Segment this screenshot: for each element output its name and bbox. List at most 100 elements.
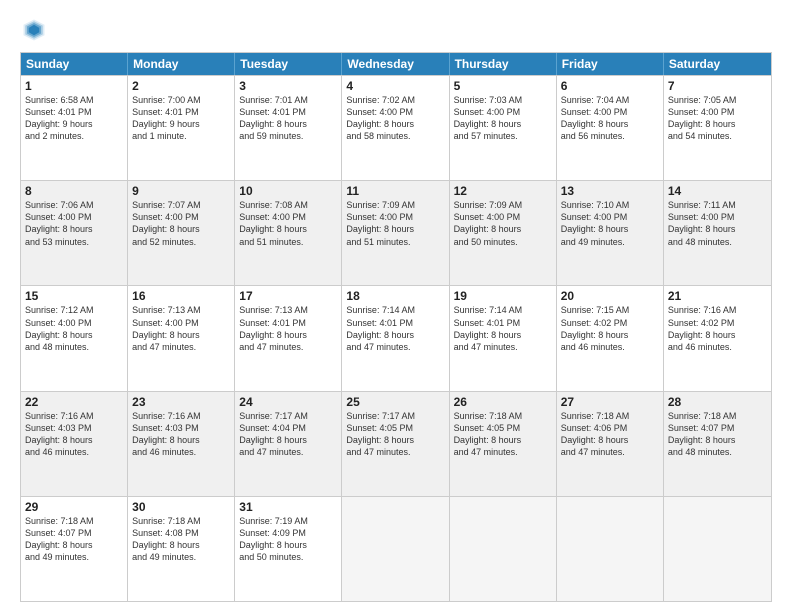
logo-icon	[20, 16, 48, 44]
day-number: 12	[454, 184, 552, 198]
day-info: Sunrise: 7:18 AM Sunset: 4:07 PM Dayligh…	[668, 410, 767, 459]
day-cell-27: 27Sunrise: 7:18 AM Sunset: 4:06 PM Dayli…	[557, 392, 664, 496]
header-day-sunday: Sunday	[21, 53, 128, 75]
day-cell-24: 24Sunrise: 7:17 AM Sunset: 4:04 PM Dayli…	[235, 392, 342, 496]
day-cell-30: 30Sunrise: 7:18 AM Sunset: 4:08 PM Dayli…	[128, 497, 235, 601]
day-cell-14: 14Sunrise: 7:11 AM Sunset: 4:00 PM Dayli…	[664, 181, 771, 285]
day-cell-11: 11Sunrise: 7:09 AM Sunset: 4:00 PM Dayli…	[342, 181, 449, 285]
day-number: 2	[132, 79, 230, 93]
day-cell-21: 21Sunrise: 7:16 AM Sunset: 4:02 PM Dayli…	[664, 286, 771, 390]
day-cell-19: 19Sunrise: 7:14 AM Sunset: 4:01 PM Dayli…	[450, 286, 557, 390]
day-cell-9: 9Sunrise: 7:07 AM Sunset: 4:00 PM Daylig…	[128, 181, 235, 285]
day-info: Sunrise: 7:18 AM Sunset: 4:07 PM Dayligh…	[25, 515, 123, 564]
day-cell-1: 1Sunrise: 6:58 AM Sunset: 4:01 PM Daylig…	[21, 76, 128, 180]
calendar-header-row: SundayMondayTuesdayWednesdayThursdayFrid…	[21, 53, 771, 75]
day-info: Sunrise: 7:14 AM Sunset: 4:01 PM Dayligh…	[346, 304, 444, 353]
day-info: Sunrise: 7:08 AM Sunset: 4:00 PM Dayligh…	[239, 199, 337, 248]
day-number: 27	[561, 395, 659, 409]
day-info: Sunrise: 7:10 AM Sunset: 4:00 PM Dayligh…	[561, 199, 659, 248]
day-info: Sunrise: 7:05 AM Sunset: 4:00 PM Dayligh…	[668, 94, 767, 143]
day-number: 9	[132, 184, 230, 198]
day-number: 21	[668, 289, 767, 303]
empty-cell	[664, 497, 771, 601]
day-number: 4	[346, 79, 444, 93]
calendar-row-1: 1Sunrise: 6:58 AM Sunset: 4:01 PM Daylig…	[21, 75, 771, 180]
day-number: 19	[454, 289, 552, 303]
day-number: 26	[454, 395, 552, 409]
day-number: 20	[561, 289, 659, 303]
day-info: Sunrise: 7:18 AM Sunset: 4:05 PM Dayligh…	[454, 410, 552, 459]
day-cell-31: 31Sunrise: 7:19 AM Sunset: 4:09 PM Dayli…	[235, 497, 342, 601]
calendar-row-5: 29Sunrise: 7:18 AM Sunset: 4:07 PM Dayli…	[21, 496, 771, 601]
day-number: 14	[668, 184, 767, 198]
day-info: Sunrise: 7:02 AM Sunset: 4:00 PM Dayligh…	[346, 94, 444, 143]
day-cell-20: 20Sunrise: 7:15 AM Sunset: 4:02 PM Dayli…	[557, 286, 664, 390]
day-number: 13	[561, 184, 659, 198]
day-info: Sunrise: 7:13 AM Sunset: 4:00 PM Dayligh…	[132, 304, 230, 353]
day-number: 10	[239, 184, 337, 198]
header-day-thursday: Thursday	[450, 53, 557, 75]
header-day-wednesday: Wednesday	[342, 53, 449, 75]
day-number: 15	[25, 289, 123, 303]
day-cell-16: 16Sunrise: 7:13 AM Sunset: 4:00 PM Dayli…	[128, 286, 235, 390]
day-info: Sunrise: 7:09 AM Sunset: 4:00 PM Dayligh…	[346, 199, 444, 248]
empty-cell	[450, 497, 557, 601]
day-cell-2: 2Sunrise: 7:00 AM Sunset: 4:01 PM Daylig…	[128, 76, 235, 180]
day-number: 23	[132, 395, 230, 409]
empty-cell	[557, 497, 664, 601]
day-number: 3	[239, 79, 337, 93]
day-number: 7	[668, 79, 767, 93]
header-day-saturday: Saturday	[664, 53, 771, 75]
day-info: Sunrise: 7:11 AM Sunset: 4:00 PM Dayligh…	[668, 199, 767, 248]
day-info: Sunrise: 7:17 AM Sunset: 4:04 PM Dayligh…	[239, 410, 337, 459]
day-cell-15: 15Sunrise: 7:12 AM Sunset: 4:00 PM Dayli…	[21, 286, 128, 390]
page: SundayMondayTuesdayWednesdayThursdayFrid…	[0, 0, 792, 612]
day-info: Sunrise: 7:18 AM Sunset: 4:08 PM Dayligh…	[132, 515, 230, 564]
day-number: 1	[25, 79, 123, 93]
day-cell-17: 17Sunrise: 7:13 AM Sunset: 4:01 PM Dayli…	[235, 286, 342, 390]
day-info: Sunrise: 6:58 AM Sunset: 4:01 PM Dayligh…	[25, 94, 123, 143]
day-number: 28	[668, 395, 767, 409]
day-info: Sunrise: 7:06 AM Sunset: 4:00 PM Dayligh…	[25, 199, 123, 248]
day-info: Sunrise: 7:12 AM Sunset: 4:00 PM Dayligh…	[25, 304, 123, 353]
day-cell-5: 5Sunrise: 7:03 AM Sunset: 4:00 PM Daylig…	[450, 76, 557, 180]
header-day-tuesday: Tuesday	[235, 53, 342, 75]
calendar-body: 1Sunrise: 6:58 AM Sunset: 4:01 PM Daylig…	[21, 75, 771, 601]
day-info: Sunrise: 7:16 AM Sunset: 4:03 PM Dayligh…	[25, 410, 123, 459]
day-info: Sunrise: 7:01 AM Sunset: 4:01 PM Dayligh…	[239, 94, 337, 143]
day-info: Sunrise: 7:09 AM Sunset: 4:00 PM Dayligh…	[454, 199, 552, 248]
day-info: Sunrise: 7:07 AM Sunset: 4:00 PM Dayligh…	[132, 199, 230, 248]
calendar-row-4: 22Sunrise: 7:16 AM Sunset: 4:03 PM Dayli…	[21, 391, 771, 496]
day-number: 5	[454, 79, 552, 93]
day-number: 30	[132, 500, 230, 514]
day-info: Sunrise: 7:19 AM Sunset: 4:09 PM Dayligh…	[239, 515, 337, 564]
day-number: 18	[346, 289, 444, 303]
day-number: 6	[561, 79, 659, 93]
day-number: 31	[239, 500, 337, 514]
day-info: Sunrise: 7:13 AM Sunset: 4:01 PM Dayligh…	[239, 304, 337, 353]
day-info: Sunrise: 7:04 AM Sunset: 4:00 PM Dayligh…	[561, 94, 659, 143]
day-cell-13: 13Sunrise: 7:10 AM Sunset: 4:00 PM Dayli…	[557, 181, 664, 285]
day-number: 24	[239, 395, 337, 409]
day-cell-18: 18Sunrise: 7:14 AM Sunset: 4:01 PM Dayli…	[342, 286, 449, 390]
day-cell-23: 23Sunrise: 7:16 AM Sunset: 4:03 PM Dayli…	[128, 392, 235, 496]
header-day-friday: Friday	[557, 53, 664, 75]
day-info: Sunrise: 7:16 AM Sunset: 4:03 PM Dayligh…	[132, 410, 230, 459]
calendar-row-3: 15Sunrise: 7:12 AM Sunset: 4:00 PM Dayli…	[21, 285, 771, 390]
day-cell-3: 3Sunrise: 7:01 AM Sunset: 4:01 PM Daylig…	[235, 76, 342, 180]
header-day-monday: Monday	[128, 53, 235, 75]
day-cell-4: 4Sunrise: 7:02 AM Sunset: 4:00 PM Daylig…	[342, 76, 449, 180]
day-info: Sunrise: 7:14 AM Sunset: 4:01 PM Dayligh…	[454, 304, 552, 353]
day-number: 17	[239, 289, 337, 303]
day-cell-29: 29Sunrise: 7:18 AM Sunset: 4:07 PM Dayli…	[21, 497, 128, 601]
header	[20, 16, 772, 44]
day-cell-7: 7Sunrise: 7:05 AM Sunset: 4:00 PM Daylig…	[664, 76, 771, 180]
day-cell-28: 28Sunrise: 7:18 AM Sunset: 4:07 PM Dayli…	[664, 392, 771, 496]
day-info: Sunrise: 7:03 AM Sunset: 4:00 PM Dayligh…	[454, 94, 552, 143]
day-cell-12: 12Sunrise: 7:09 AM Sunset: 4:00 PM Dayli…	[450, 181, 557, 285]
day-cell-22: 22Sunrise: 7:16 AM Sunset: 4:03 PM Dayli…	[21, 392, 128, 496]
day-number: 22	[25, 395, 123, 409]
calendar: SundayMondayTuesdayWednesdayThursdayFrid…	[20, 52, 772, 602]
day-info: Sunrise: 7:18 AM Sunset: 4:06 PM Dayligh…	[561, 410, 659, 459]
day-number: 11	[346, 184, 444, 198]
